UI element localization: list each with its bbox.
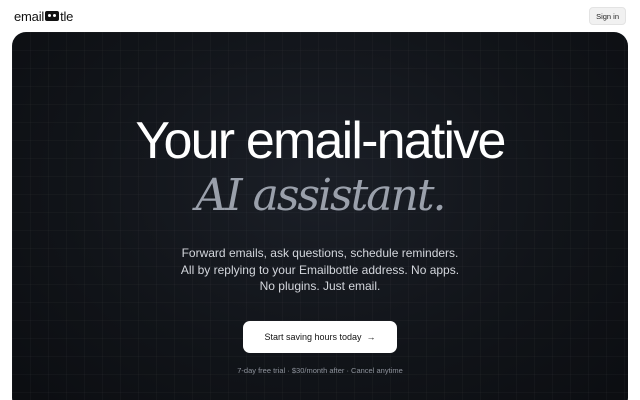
hero-headline: Your email-native — [135, 112, 506, 170]
cta-label: Start saving hours today — [264, 332, 362, 342]
logo-text-right: tle — [60, 8, 74, 24]
subtitle-line: Forward emails, ask questions, schedule … — [181, 246, 459, 260]
arrow-right-icon: → — [366, 332, 376, 342]
subtitle-line: No plugins. Just email. — [259, 279, 381, 293]
bottle-logo-icon — [45, 11, 60, 21]
top-navbar: email tle Sign in — [0, 0, 640, 32]
hero-headline-italic: AI assistant. — [195, 170, 446, 221]
subtitle-line: All by replying to your Emailbottle addr… — [180, 262, 460, 277]
pricing-fineprint: 7-day free trial · $30/month after · Can… — [237, 366, 403, 375]
sign-in-button[interactable]: Sign in — [589, 7, 626, 25]
start-saving-button[interactable]: Start saving hours today → — [243, 321, 397, 353]
hero-subtitle: Forward emails, ask questions, schedule … — [12, 245, 628, 295]
hero-section: Your email-native AI assistant. Forward … — [12, 32, 628, 400]
logo-text-left: email — [14, 8, 45, 24]
logo[interactable]: email tle — [14, 8, 73, 24]
